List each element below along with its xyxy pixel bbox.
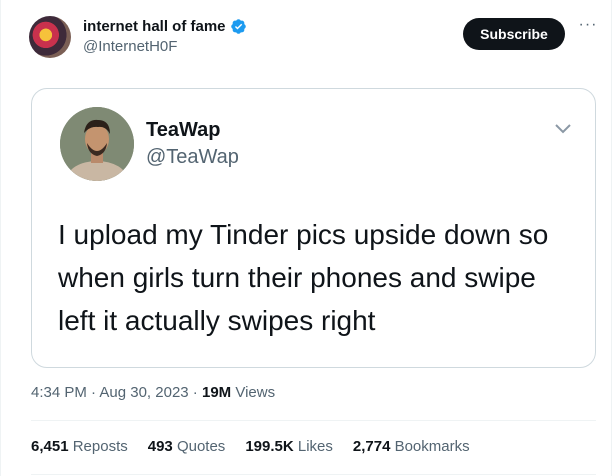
- reposts-stat[interactable]: 6,451 Reposts: [31, 438, 128, 455]
- timestamp-row: 4:34 PM · Aug 30, 2023 · 19M Views: [31, 384, 275, 401]
- author-handle[interactable]: @InternetH0F: [83, 38, 177, 55]
- quoted-tweet-card[interactable]: TeaWap @TeaWap I upload my Tinder pics u…: [31, 88, 596, 368]
- reposts-label: Reposts: [68, 438, 128, 455]
- bookmarks-stat[interactable]: 2,774 Bookmarks: [353, 438, 470, 455]
- separator: ·: [188, 384, 202, 401]
- views-label: Views: [231, 384, 276, 401]
- bookmarks-label: Bookmarks: [390, 438, 470, 455]
- divider: [31, 474, 596, 475]
- likes-stat[interactable]: 199.5K Likes: [245, 438, 333, 455]
- quotes-count: 493: [147, 438, 173, 455]
- separator: ·: [86, 384, 100, 401]
- quoted-author-handle[interactable]: @TeaWap: [146, 146, 239, 169]
- bookmarks-count: 2,774: [352, 438, 391, 455]
- subscribe-button[interactable]: Subscribe: [463, 18, 565, 50]
- more-horizontal-icon[interactable]: ···: [577, 17, 599, 40]
- divider: [31, 420, 596, 421]
- tweet-time[interactable]: 4:34 PM: [31, 384, 87, 401]
- person-portrait-icon: [60, 107, 134, 181]
- author-avatar[interactable]: [29, 16, 71, 58]
- tweet-date[interactable]: Aug 30, 2023: [99, 384, 188, 401]
- quoted-tweet-text: I upload my Tinder pics upside down so w…: [58, 219, 549, 336]
- quotes-label: Quotes: [172, 438, 226, 455]
- quoted-author-name[interactable]: TeaWap: [146, 119, 220, 142]
- quoted-author-avatar[interactable]: [60, 107, 134, 181]
- verified-badge-icon: [230, 19, 246, 34]
- likes-label: Likes: [293, 438, 333, 455]
- views-count: 19M: [201, 384, 232, 401]
- likes-count: 199.5K: [245, 438, 294, 455]
- engagement-stats: 6,451 Reposts 493 Quotes 199.5K Likes 2,…: [31, 438, 470, 455]
- tweet-container: internet hall of fame @InternetH0F Subsc…: [0, 0, 612, 476]
- author-name-row[interactable]: internet hall of fame: [83, 18, 247, 35]
- author-name[interactable]: internet hall of fame: [83, 18, 226, 35]
- quotes-stat[interactable]: 493 Quotes: [148, 438, 226, 455]
- chevron-down-icon[interactable]: [554, 123, 572, 135]
- reposts-count: 6,451: [31, 438, 69, 455]
